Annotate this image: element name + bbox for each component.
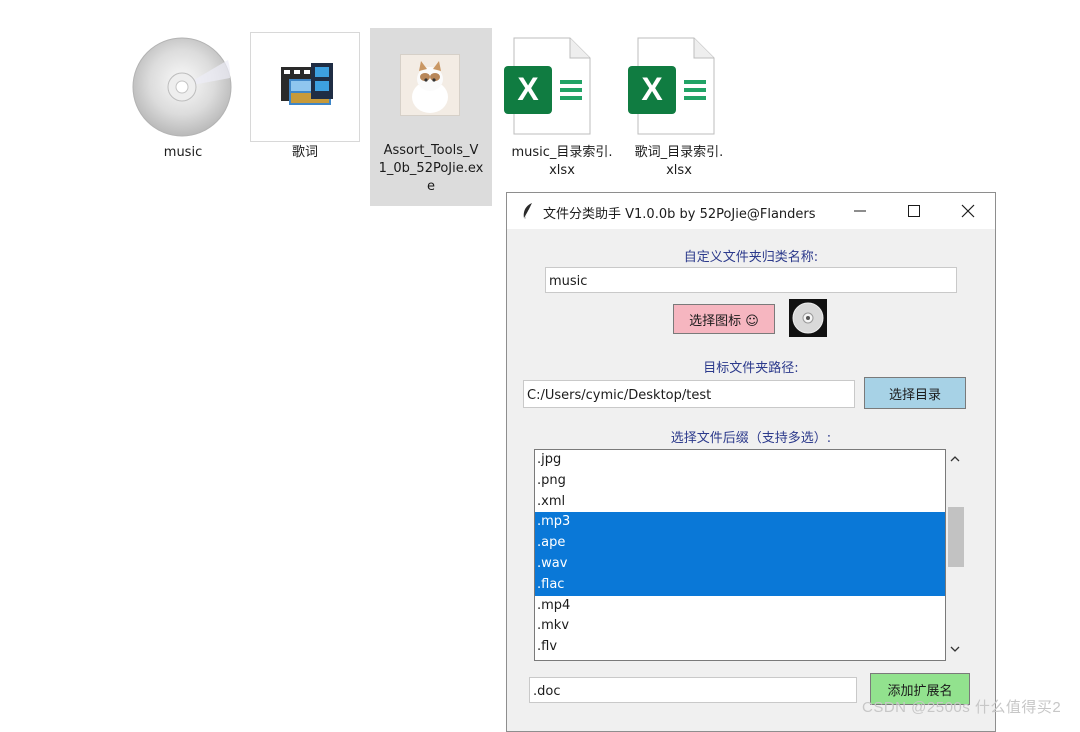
assort-tools-window: 文件分类助手 V1.0.0b by 52PoJie@Flanders 自定义文件… xyxy=(506,192,996,732)
close-icon xyxy=(961,204,975,218)
suffix-listbox[interactable]: .jpg .png .xml .mp3 .ape .wav .flac .mp4… xyxy=(534,449,946,661)
desktop-item-label: music xyxy=(163,145,203,160)
category-name-input[interactable] xyxy=(545,267,957,293)
icon-preview xyxy=(789,299,827,337)
choose-icon-button[interactable]: 选择图标 ☺ xyxy=(673,304,775,334)
list-item[interactable]: .ape xyxy=(535,533,945,554)
list-item[interactable]: .jpg xyxy=(535,450,945,471)
suffix-select-label: 选择文件后缀（支持多选）: xyxy=(670,431,832,446)
desktop-item-label: 歌词_目录索引. xlsx xyxy=(634,145,724,178)
cat-photo-icon xyxy=(400,54,460,116)
minimize-icon xyxy=(854,210,866,212)
cd-icon xyxy=(792,302,824,334)
svg-text:X: X xyxy=(517,71,539,107)
list-item[interactable]: .wav xyxy=(535,553,945,575)
list-item[interactable]: .xml xyxy=(535,492,945,513)
excel-icon: X xyxy=(628,37,715,135)
choose-directory-button[interactable]: 选择目录 xyxy=(864,377,966,409)
desktop-item-label: Assort_Tools_V 1_0b_52PoJie.ex e xyxy=(378,143,484,194)
title-bar[interactable]: 文件分类助手 V1.0.0b by 52PoJie@Flanders xyxy=(507,193,995,229)
maximize-button[interactable] xyxy=(891,193,937,229)
minimize-button[interactable] xyxy=(837,193,883,229)
desktop-item-music[interactable]: music xyxy=(128,30,238,180)
maximize-icon xyxy=(908,205,920,217)
close-button[interactable] xyxy=(945,193,991,229)
svg-text:X: X xyxy=(641,71,663,107)
scroll-down-icon[interactable] xyxy=(950,645,960,653)
extension-input[interactable] xyxy=(529,677,857,703)
desktop-item-exe[interactable]: Assort_Tools_V 1_0b_52PoJie.ex e xyxy=(370,28,492,206)
feather-icon xyxy=(523,203,532,220)
list-item[interactable]: .mkv xyxy=(535,616,945,637)
scroll-up-icon[interactable] xyxy=(950,455,960,463)
list-item[interactable]: .mp3 xyxy=(535,512,945,534)
scroll-thumb[interactable] xyxy=(948,507,964,567)
cd-icon xyxy=(132,37,232,137)
list-item[interactable]: .mp4 xyxy=(535,596,945,617)
suffix-list-scrollbar[interactable] xyxy=(946,449,964,661)
target-path-input[interactable] xyxy=(523,380,855,408)
desktop-item-label: music_目录索引. xlsx xyxy=(511,145,613,178)
desktop-item-label: 歌词 xyxy=(291,145,318,160)
desktop-item-lyrics[interactable]: 歌词 xyxy=(250,30,362,180)
target-path-label: 目标文件夹路径: xyxy=(703,361,799,376)
watermark: CSDN @2500s 什么值得买2 xyxy=(862,699,1062,716)
desktop-item-xlsx-lyrics[interactable]: X 歌词_目录索引. xlsx xyxy=(620,30,740,190)
window-title: 文件分类助手 V1.0.0b by 52PoJie@Flanders xyxy=(543,207,816,222)
list-item[interactable]: .png xyxy=(535,471,945,492)
excel-icon: X xyxy=(504,37,591,135)
category-name-label: 自定义文件夹归类名称: xyxy=(683,250,819,265)
movie-folder-icon xyxy=(250,32,360,142)
list-item[interactable]: .flv xyxy=(535,637,945,658)
list-item[interactable]: .flac xyxy=(535,574,945,596)
